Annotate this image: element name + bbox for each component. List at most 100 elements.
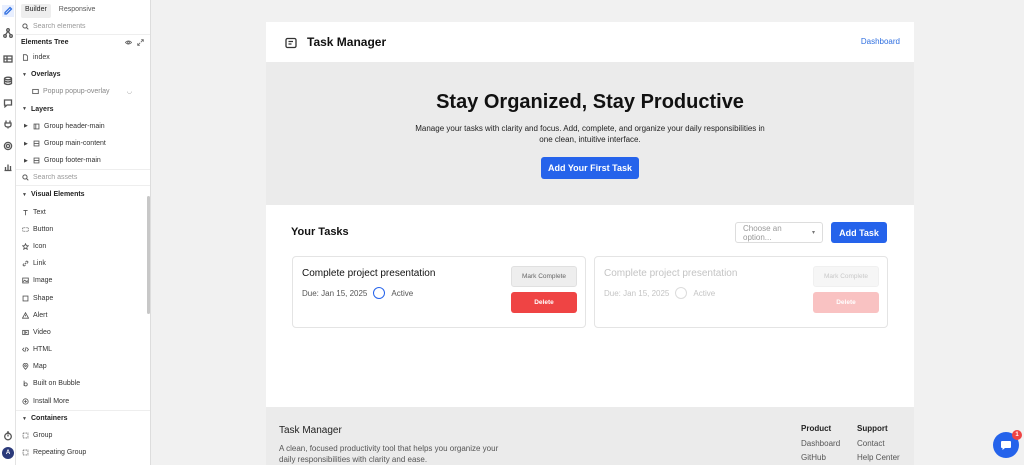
tree-item-index[interactable]: index xyxy=(16,49,150,66)
search-icon xyxy=(22,22,29,30)
alert-icon xyxy=(22,311,29,319)
filter-dropdown[interactable]: Choose an option... ▾ xyxy=(735,222,823,243)
task-due-date: Due: Jan 15, 2025 xyxy=(302,288,368,298)
brand-title: Task Manager xyxy=(307,35,387,49)
tree-item-popup[interactable]: Popup popup-overlay ◡ xyxy=(16,83,150,100)
plugins-icon[interactable] xyxy=(2,118,14,130)
footer-product-column: Product Dashboard GitHub xyxy=(801,424,840,465)
video-icon xyxy=(22,329,29,335)
tree-item-overlays[interactable]: ▼ Overlays xyxy=(16,66,150,83)
add-first-task-button[interactable]: Add Your First Task xyxy=(541,157,639,179)
group-icon xyxy=(33,123,40,130)
code-icon xyxy=(22,347,29,353)
section-visual-elements[interactable]: ▼ Visual Elements xyxy=(16,186,150,203)
footer-link-github[interactable]: GitHub xyxy=(801,453,840,462)
search-icon xyxy=(22,174,29,181)
hidden-eye-icon[interactable]: ◡ xyxy=(127,88,132,95)
task-status: Active xyxy=(391,288,414,298)
notification-badge: 1 xyxy=(1012,430,1022,440)
chat-bubble-icon[interactable] xyxy=(2,97,14,109)
element-link[interactable]: Link xyxy=(16,255,150,272)
element-built-on-bubble[interactable]: Built on Bubble xyxy=(16,375,150,392)
hero-title: Stay Organized, Stay Productive xyxy=(436,91,744,113)
element-text[interactable]: Text xyxy=(16,204,150,221)
tree-item-group-footer[interactable]: ▶ Group footer-main xyxy=(16,152,150,169)
expand-icon[interactable] xyxy=(137,38,144,46)
editor-canvas: Task Manager Dashboard Stay Organized, S… xyxy=(151,0,1024,465)
data-icon[interactable] xyxy=(2,53,14,65)
tree-item-layers[interactable]: ▼ Layers xyxy=(16,101,150,118)
eye-icon[interactable] xyxy=(125,39,132,46)
caret-down-icon: ▼ xyxy=(22,415,27,422)
hero-section: Stay Organized, Stay Productive Manage y… xyxy=(266,62,914,205)
tab-responsive[interactable]: Responsive xyxy=(55,4,100,18)
element-icon[interactable]: Icon xyxy=(16,238,150,255)
element-button[interactable]: Button xyxy=(16,221,150,238)
search-assets-input[interactable] xyxy=(33,174,133,182)
image-icon xyxy=(22,277,29,284)
element-group[interactable]: Group xyxy=(16,427,150,444)
map-pin-icon xyxy=(22,363,29,371)
element-shape[interactable]: Shape xyxy=(16,289,150,306)
tree-item-group-header[interactable]: ▶ Group header-main xyxy=(16,118,150,135)
workflow-icon[interactable] xyxy=(2,27,14,39)
settings-gear-icon[interactable] xyxy=(2,140,14,152)
search-elements xyxy=(16,18,150,35)
account-avatar[interactable]: A xyxy=(2,447,14,459)
elements-tree-header: Elements Tree xyxy=(16,35,150,49)
footer-link-dashboard[interactable]: Dashboard xyxy=(801,439,840,448)
footer-link-help-center[interactable]: Help Center xyxy=(857,453,900,462)
caret-right-icon: ▶ xyxy=(24,123,28,130)
element-install-more[interactable]: Install More xyxy=(16,393,150,410)
tree-item-group-content[interactable]: ▶ Group main-content xyxy=(16,135,150,152)
panel-scrollbar[interactable] xyxy=(147,196,150,314)
support-chat-button[interactable]: 1 xyxy=(993,430,1022,458)
element-video[interactable]: Video xyxy=(16,324,150,341)
search-assets xyxy=(16,169,150,187)
nav-dashboard-link[interactable]: Dashboard xyxy=(861,37,900,46)
element-repeating-group[interactable]: Repeating Group xyxy=(16,444,150,461)
footer-main: Task Manager A clean, focused productivi… xyxy=(266,407,914,465)
add-task-button[interactable]: Add Task xyxy=(831,222,887,243)
group-dashed-icon xyxy=(22,432,29,439)
hero-text: Manage your tasks with clarity and focus… xyxy=(415,124,765,144)
popup-icon xyxy=(32,89,39,95)
text-icon xyxy=(23,209,28,215)
delete-button[interactable]: Delete xyxy=(813,292,879,313)
timer-icon[interactable] xyxy=(2,430,14,442)
element-map[interactable]: Map xyxy=(16,358,150,375)
task-status: Active xyxy=(693,288,716,298)
element-html[interactable]: HTML xyxy=(16,341,150,358)
caret-down-icon: ▼ xyxy=(22,71,27,78)
repeating-group-icon xyxy=(22,449,29,456)
plus-circle-icon xyxy=(22,398,29,405)
group-icon xyxy=(33,140,40,147)
caret-right-icon: ▶ xyxy=(24,140,28,147)
filter-dropdown-value: Choose an option... xyxy=(743,223,782,242)
footer-link-contact[interactable]: Contact xyxy=(857,439,900,448)
caret-right-icon: ▶ xyxy=(24,157,28,164)
element-image[interactable]: Image xyxy=(16,272,150,289)
search-elements-input[interactable] xyxy=(33,22,133,30)
page-index: Task Manager Dashboard Stay Organized, S… xyxy=(266,22,914,465)
tool-rail: A xyxy=(0,0,16,465)
task-card: Complete project presentation Due: Jan 1… xyxy=(594,256,888,328)
mark-complete-button[interactable]: Mark Complete xyxy=(813,266,879,287)
shape-icon xyxy=(22,295,29,301)
header-main: Task Manager Dashboard xyxy=(266,22,914,62)
element-alert[interactable]: Alert xyxy=(16,307,150,324)
design-pencil-icon[interactable] xyxy=(2,5,14,17)
button-icon xyxy=(22,227,29,232)
panel-tabs: Builder Responsive xyxy=(16,0,150,18)
clipboard-icon xyxy=(285,36,297,49)
delete-button[interactable]: Delete xyxy=(511,292,577,313)
star-icon xyxy=(22,242,29,250)
task-card: Complete project presentation Due: Jan 1… xyxy=(292,256,586,328)
caret-down-icon: ▼ xyxy=(22,191,27,198)
section-containers[interactable]: ▼ Containers xyxy=(16,409,150,427)
mark-complete-button[interactable]: Mark Complete xyxy=(511,266,577,287)
database-icon[interactable] xyxy=(2,75,14,87)
tab-builder[interactable]: Builder xyxy=(21,4,51,18)
tasks-title: Your Tasks xyxy=(291,226,349,238)
analytics-chart-icon[interactable] xyxy=(2,161,14,173)
